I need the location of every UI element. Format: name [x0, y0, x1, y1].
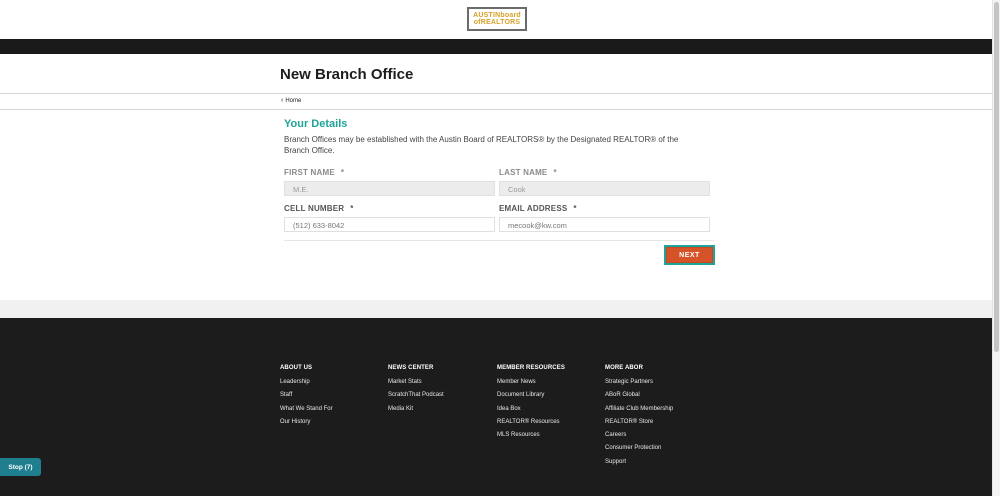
- footer-heading: ABOUT US: [280, 365, 313, 371]
- footer-col-about: ABOUT US Leadership Staff What We Stand …: [280, 365, 333, 432]
- nav-bar: [0, 39, 992, 54]
- content-band: [0, 300, 992, 318]
- page-title: New Branch Office: [280, 66, 414, 83]
- breadcrumb-home-label: Home: [285, 97, 302, 104]
- form-divider: [284, 240, 714, 241]
- first-name-label: FIRST NAME *: [284, 168, 345, 177]
- footer-heading: MEMBER RESOURCES: [497, 365, 565, 371]
- first-name-input[interactable]: M.E.: [284, 181, 495, 196]
- footer-link[interactable]: Support: [605, 459, 673, 472]
- footer-link[interactable]: Document Library: [497, 392, 565, 405]
- breadcrumb-home-link[interactable]: ‹ Home: [281, 97, 301, 104]
- footer-link[interactable]: REALTOR® Resources: [497, 419, 565, 432]
- title-bar: New Branch Office: [0, 54, 992, 94]
- footer-link[interactable]: Consumer Protection: [605, 445, 673, 458]
- cell-number-label: CELL NUMBER *: [284, 204, 354, 213]
- stop-button[interactable]: Stop (7): [0, 458, 41, 476]
- next-button[interactable]: NEXT: [666, 247, 713, 263]
- page: AUSTINboard ofREALTORS New Branch Office…: [0, 0, 992, 496]
- site-footer: ABOUT US Leadership Staff What We Stand …: [0, 318, 992, 496]
- footer-link[interactable]: Idea Box: [497, 406, 565, 419]
- cell-number-field: CELL NUMBER * (512) 633-8042: [284, 204, 495, 232]
- email-input[interactable]: mecook@kw.com: [499, 217, 710, 232]
- last-name-input[interactable]: Cook: [499, 181, 710, 196]
- footer-link[interactable]: ScratchThat Podcast: [388, 392, 444, 405]
- footer-col-more: MORE ABOR Strategic Partners ABoR Global…: [605, 365, 673, 472]
- vertical-scrollbar[interactable]: [992, 0, 1000, 496]
- last-name-label: LAST NAME *: [499, 168, 557, 177]
- footer-col-news: NEWS CENTER Market Stats ScratchThat Pod…: [388, 365, 444, 419]
- footer-link[interactable]: Staff: [280, 392, 333, 405]
- logo-text-line1: AUSTINboard: [473, 12, 521, 19]
- email-label: EMAIL ADDRESS *: [499, 204, 577, 213]
- footer-link[interactable]: Our History: [280, 419, 333, 432]
- footer-link[interactable]: What We Stand For: [280, 406, 333, 419]
- footer-link[interactable]: REALTOR® Store: [605, 419, 673, 432]
- footer-heading: MORE ABOR: [605, 365, 644, 371]
- chevron-left-icon: ‹: [281, 97, 284, 104]
- branch-office-form: Your Details Branch Offices may be estab…: [284, 118, 714, 263]
- form-description: Branch Offices may be established with t…: [284, 135, 679, 155]
- abor-logo[interactable]: AUSTINboard ofREALTORS: [467, 7, 527, 31]
- cell-number-input[interactable]: (512) 633-8042: [284, 217, 495, 232]
- footer-link[interactable]: Leadership: [280, 379, 333, 392]
- footer-col-member: MEMBER RESOURCES Member News Document Li…: [497, 365, 565, 445]
- footer-link[interactable]: Careers: [605, 432, 673, 445]
- last-name-field: LAST NAME * Cook: [499, 168, 710, 196]
- section-title: Your Details: [284, 118, 348, 130]
- footer-link[interactable]: Market Stats: [388, 379, 444, 392]
- logo-text-line2: ofREALTORS: [473, 19, 521, 26]
- footer-link[interactable]: Member News: [497, 379, 565, 392]
- first-name-field: FIRST NAME * M.E.: [284, 168, 495, 196]
- footer-heading: NEWS CENTER: [388, 365, 434, 371]
- footer-link[interactable]: Affiliate Club Membership: [605, 406, 673, 419]
- breadcrumb: ‹ Home: [0, 94, 992, 110]
- footer-link[interactable]: Media Kit: [388, 406, 444, 419]
- site-header: AUSTINboard ofREALTORS: [0, 0, 992, 39]
- scrollbar-thumb[interactable]: [994, 2, 999, 352]
- email-field: EMAIL ADDRESS * mecook@kw.com: [499, 204, 710, 232]
- footer-link[interactable]: Strategic Partners: [605, 379, 673, 392]
- footer-link[interactable]: MLS Resources: [497, 432, 565, 445]
- footer-link[interactable]: ABoR Global: [605, 392, 673, 405]
